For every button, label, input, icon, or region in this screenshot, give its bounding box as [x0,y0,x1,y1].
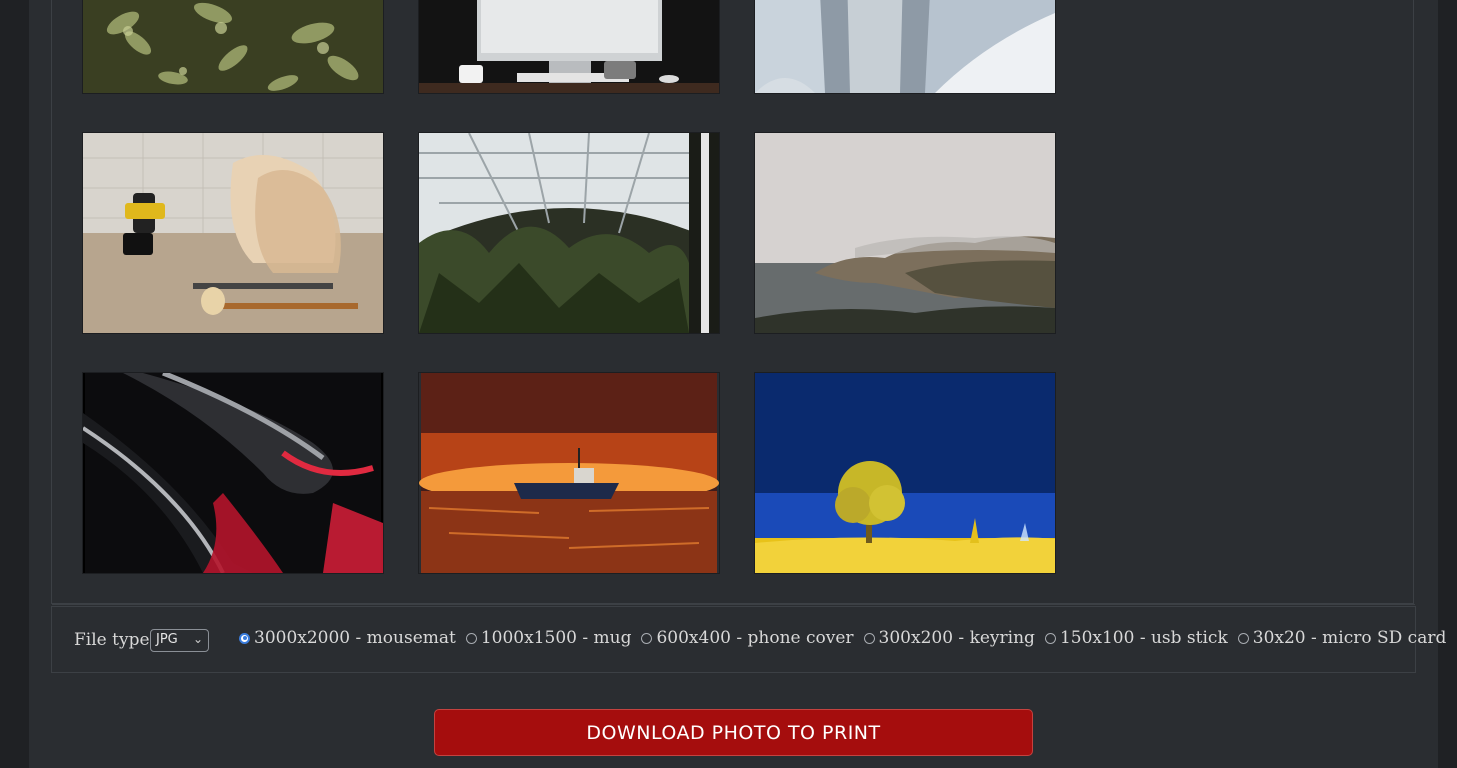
desk-computer-image [419,0,719,93]
radio-button[interactable] [641,632,653,644]
radio-button[interactable] [239,632,250,644]
woodworking-tools-image [83,133,383,333]
size-option-label: 300x200 - keyring [878,628,1035,648]
radio-button[interactable] [863,632,875,644]
photo-tile[interactable] [755,373,1055,573]
glass-greenhouse-image [419,133,719,333]
photo-tile[interactable] [755,0,1055,93]
photo-tile[interactable] [419,0,719,93]
photo-gallery [51,0,1414,604]
size-option-mug[interactable]: 1000x1500 - mug [465,628,632,648]
size-option-mousemat[interactable]: 3000x2000 - mousemat [239,628,456,648]
size-option-label: 150x100 - usb stick [1059,628,1228,648]
photo-tile-selected[interactable] [83,373,383,573]
size-option-label: 30x20 - micro SD card [1252,628,1447,648]
size-option-label: 1000x1500 - mug [480,628,632,648]
frozen-waterfall-image [755,0,1055,93]
yellow-tree-blue-sky-image [755,373,1055,573]
file-type-label: File type [74,630,150,650]
succulent-leaves-image [83,0,383,93]
file-type-value: JPG [156,632,178,647]
photo-tile[interactable] [419,133,719,333]
size-option-usb-stick[interactable]: 150x100 - usb stick [1044,628,1228,648]
download-button[interactable]: DOWNLOAD PHOTO TO PRINT [434,709,1033,756]
radio-button[interactable] [1237,632,1249,644]
photo-tile[interactable] [419,373,719,573]
photo-tile[interactable] [755,133,1055,333]
photo-tile[interactable] [83,133,383,333]
chevron-down-icon: ⌄ [192,632,203,646]
size-option-label: 3000x2000 - mousemat [254,628,456,648]
radio-button[interactable] [1044,632,1056,644]
foggy-coastline-image [755,133,1055,333]
size-option-label: 600x400 - phone cover [656,628,854,648]
boat-at-sunset-image [419,373,719,573]
file-type-select[interactable]: JPG ⌄ [150,629,209,652]
size-option-keyring[interactable]: 300x200 - keyring [863,628,1035,648]
size-options: 3000x2000 - mousemat 1000x1500 - mug 600… [239,628,1446,648]
red-abstract-curves-image [83,373,383,573]
print-options-bar: File type JPG ⌄ 3000x2000 - mousemat 100… [51,604,1446,673]
radio-button[interactable] [465,632,477,644]
size-option-phone-cover[interactable]: 600x400 - phone cover [641,628,854,648]
divider [52,604,1415,605]
size-option-micro-sd[interactable]: 30x20 - micro SD card [1237,628,1447,648]
photo-tile[interactable] [83,0,383,93]
